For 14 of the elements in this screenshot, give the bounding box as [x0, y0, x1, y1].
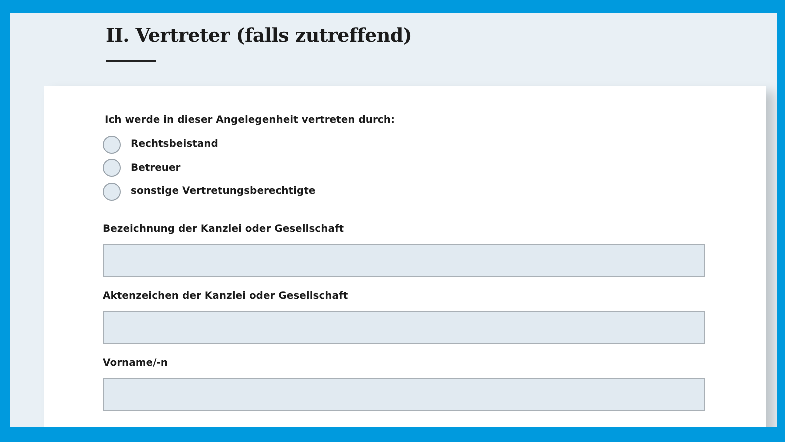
- field-label: Vorname/-n: [103, 358, 169, 368]
- input-field[interactable]: [103, 310, 705, 344]
- radio-button[interactable]: [103, 182, 121, 201]
- field-label: Aktenzeichen der Kanzlei oder Gesellschaft: [103, 290, 350, 302]
- radio-button[interactable]: [103, 159, 121, 178]
- option-label: Rechtsbeistand: [131, 139, 218, 150]
- input-field[interactable]: [103, 244, 705, 276]
- question-label: Ich werde in dieser Angelegenheit vertreten durch:: [105, 115, 396, 126]
- radio-button[interactable]: [103, 136, 121, 154]
- input-field[interactable]: [103, 378, 705, 410]
- option-label: Betreuer: [131, 162, 181, 174]
- section-title: II. Vertreter (falls zutreffend): [106, 24, 414, 49]
- option-label: sonstige Vertretungsberechtigte: [131, 186, 316, 198]
- field-label: Bezeichnung der Kanzlei oder Gesellschaft: [103, 224, 346, 234]
